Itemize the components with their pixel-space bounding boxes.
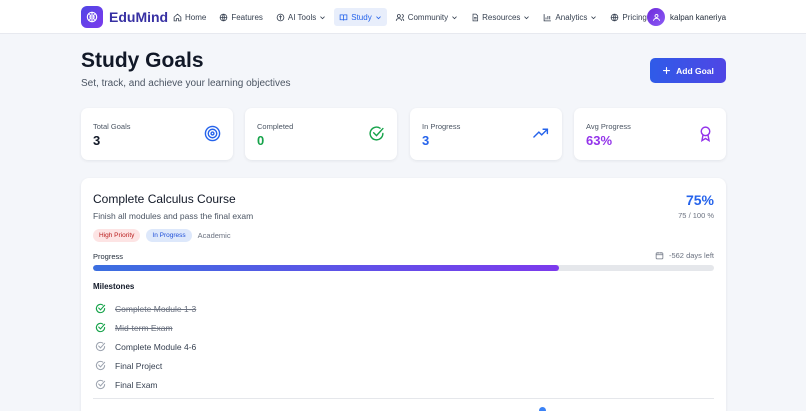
user-icon (652, 13, 660, 21)
milestone-label: Mid-term Exam (115, 322, 173, 333)
nav-item-study[interactable]: Study (334, 8, 387, 26)
goal-percent: 75% (685, 192, 714, 208)
target-icon (204, 125, 221, 142)
check-circle-icon (95, 303, 106, 314)
chevron-down-icon (591, 15, 597, 19)
users-icon (395, 13, 404, 21)
nav-item-label: Community (407, 12, 449, 22)
milestone-label: Complete Module 1-3 (115, 303, 197, 314)
brand[interactable]: EduMind (81, 6, 168, 28)
nav-item-community[interactable]: Community (390, 8, 463, 26)
goal-description: Finish all modules and pass the final ex… (93, 211, 254, 221)
progress-bar-fill (93, 265, 559, 271)
chevron-down-icon (524, 15, 530, 19)
milestone-item[interactable]: Final Exam (95, 375, 196, 394)
stat-label: Avg Progress (586, 122, 631, 131)
nav-item-features[interactable]: Features (214, 8, 268, 26)
nav-item-label: Pricing (622, 12, 647, 22)
user-menu[interactable]: kalpan kaneriya (647, 8, 726, 26)
nav-menu: Home Features AI Tools Study Community R… (168, 8, 655, 26)
plus-icon (663, 66, 671, 75)
days-left-text: -562 days left (668, 251, 714, 260)
nav-item-label: Features (231, 12, 263, 22)
milestone-item[interactable]: Complete Module 4-6 (95, 337, 196, 356)
home-icon (173, 13, 182, 21)
add-goal-button[interactable]: Add Goal (650, 58, 726, 83)
stat-card-avg-progress: Avg Progress 63% (574, 108, 726, 160)
nav-item-analytics[interactable]: Analytics (538, 8, 602, 26)
goal-title: Complete Calculus Course (93, 192, 236, 206)
check-circle-outline-icon (95, 379, 106, 390)
milestone-label: Final Project (115, 360, 163, 371)
category-label: Academic (197, 231, 231, 240)
check-circle-icon (95, 322, 106, 333)
status-badge: In Progress (146, 229, 192, 242)
nav-item-label: Study (351, 12, 372, 22)
check-circle-outline-icon (95, 360, 106, 371)
award-icon (700, 126, 711, 142)
brand-name: EduMind (109, 9, 169, 25)
nav-item-label: AI Tools (287, 12, 317, 22)
goal-count: 75 / 100 % (678, 211, 714, 220)
slider-handle[interactable] (539, 407, 546, 411)
milestone-item[interactable]: Final Project (95, 356, 196, 375)
ai-tools-icon (276, 13, 285, 21)
milestone-label: Final Exam (115, 379, 158, 390)
priority-badge: High Priority (93, 229, 141, 242)
stat-card-completed: Completed 0 (245, 108, 397, 160)
progress-bar (93, 265, 714, 271)
milestone-item[interactable]: Mid-term Exam (95, 318, 196, 337)
stat-label: In Progress (422, 122, 461, 131)
nav-item-ai-tools[interactable]: AI Tools (271, 8, 331, 26)
calendar-icon (655, 252, 664, 260)
add-goal-label: Add Goal (676, 65, 714, 76)
stat-value: 3 (422, 133, 430, 148)
divider (93, 398, 714, 399)
trending-up-icon (533, 128, 549, 138)
bar-chart-icon (544, 13, 552, 21)
page-subtitle: Set, track, and achieve your learning ob… (81, 78, 291, 89)
pricing-icon (611, 13, 619, 21)
goal-tags: High Priority In Progress Academic (93, 229, 237, 242)
brain-logo-icon (81, 6, 103, 28)
file-icon (472, 13, 479, 21)
top-navbar: EduMind Home Features AI Tools Study Com… (0, 0, 806, 34)
nav-item-home[interactable]: Home (168, 8, 211, 26)
nav-item-label: Analytics (555, 12, 588, 22)
stat-label: Total Goals (93, 122, 131, 131)
nav-item-pricing[interactable]: Pricing (605, 8, 651, 26)
milestones-title: Milestones (93, 282, 135, 291)
nav-item-label: Home (185, 12, 207, 22)
milestone-label: Complete Module 4-6 (115, 341, 197, 352)
milestone-list: Complete Module 1-3 Mid-term Exam Comple… (95, 299, 196, 394)
stat-label: Completed (257, 122, 294, 131)
page-title: Study Goals (81, 49, 204, 72)
progress-label: Progress (93, 252, 124, 261)
book-icon (339, 13, 348, 21)
avatar (647, 8, 665, 26)
stat-value: 0 (257, 133, 265, 148)
stat-value: 63% (586, 133, 613, 148)
check-circle-icon (369, 126, 384, 141)
chevron-down-icon (320, 15, 326, 19)
stat-card-total-goals: Total Goals 3 (81, 108, 233, 160)
user-name: kalpan kaneriya (670, 12, 727, 22)
features-icon (220, 13, 228, 21)
check-circle-outline-icon (95, 341, 106, 352)
chevron-down-icon (375, 15, 381, 19)
stat-card-in-progress: In Progress 3 (410, 108, 562, 160)
nav-item-label: Resources (482, 12, 521, 22)
stat-value: 3 (93, 133, 101, 148)
chevron-down-icon (452, 15, 458, 19)
nav-item-resources[interactable]: Resources (466, 8, 535, 26)
goal-card[interactable]: Complete Calculus Course Finish all modu… (81, 178, 726, 411)
milestone-item[interactable]: Complete Module 1-3 (95, 299, 196, 318)
days-left: -562 days left (655, 251, 714, 260)
